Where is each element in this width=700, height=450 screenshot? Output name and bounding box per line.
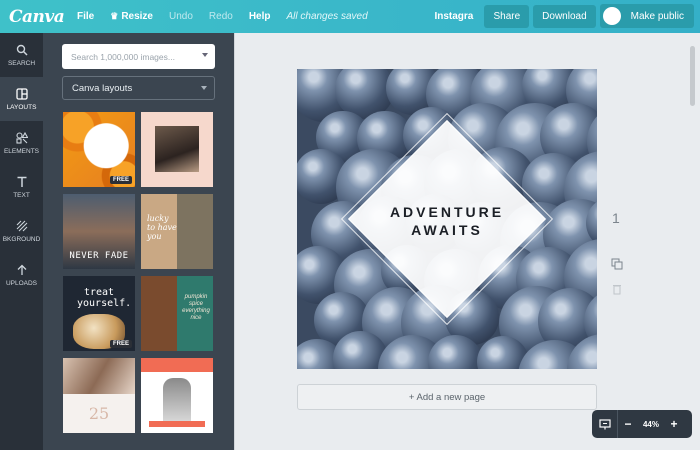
headline-line-2: AWAITS xyxy=(411,222,483,238)
zoom-level[interactable]: 44% xyxy=(638,420,664,429)
download-button[interactable]: Download xyxy=(533,4,596,28)
top-bar-actions: Instagra... Share Download Make public xyxy=(434,4,694,28)
layout-thumbnail[interactable]: 25 xyxy=(63,358,135,433)
chevron-down-icon xyxy=(202,53,208,57)
help-menu[interactable]: Help xyxy=(249,11,271,22)
nav-search-label: SEARCH xyxy=(7,59,36,67)
nav-background-label: BKGROUND xyxy=(2,235,41,243)
zoom-in-button[interactable]: + xyxy=(664,417,684,431)
resize-menu[interactable]: ♛ Resize xyxy=(110,11,153,22)
scrollbar-thumb[interactable] xyxy=(690,46,695,106)
file-menu[interactable]: File xyxy=(77,11,94,22)
zoom-out-button[interactable]: − xyxy=(618,417,638,431)
layouts-panel: Search 1,000,000 images... Canva layouts… xyxy=(43,33,234,450)
elements-icon xyxy=(15,131,28,144)
free-badge: FREE xyxy=(109,340,132,348)
make-public-toggle[interactable]: Make public xyxy=(599,4,694,28)
headline-line-1: ADVENTURE xyxy=(389,204,505,220)
layout-thumbnail[interactable]: NEVER FADE xyxy=(63,194,135,269)
layout-thumbnail[interactable]: lucky to have you xyxy=(141,194,213,269)
nav-layouts[interactable]: LAYOUTS xyxy=(0,77,43,121)
design-page[interactable]: ADVENTURE AWAITS xyxy=(297,69,597,369)
delete-page-icon[interactable] xyxy=(611,283,623,295)
layout-thumbnail[interactable] xyxy=(141,112,213,187)
present-icon xyxy=(598,418,611,429)
thumbnail-photo xyxy=(155,126,199,172)
uploads-icon xyxy=(17,264,26,275)
search-placeholder: Search 1,000,000 images... xyxy=(71,51,175,62)
nav-uploads[interactable]: UPLOADS xyxy=(0,253,43,297)
nav-elements[interactable]: ELEMENTS xyxy=(0,121,43,165)
thumbnail-text: pumpkin spice everything nice xyxy=(182,294,210,321)
left-nav: SEARCH LAYOUTS ELEMENTS TEXT BKGROUND UP… xyxy=(0,33,43,450)
thumbnail-photo xyxy=(163,378,191,424)
workspace-scrollbar[interactable] xyxy=(689,36,697,186)
page-number: 1 xyxy=(612,210,620,226)
chevron-down-icon xyxy=(201,86,207,90)
add-page-button[interactable]: + Add a new page xyxy=(297,384,597,410)
redo-button[interactable]: Redo xyxy=(209,11,233,22)
nav-search[interactable]: SEARCH xyxy=(0,33,43,77)
thumbnail-text: 25 xyxy=(88,404,110,423)
free-badge: FREE xyxy=(109,176,132,184)
thumbnail-text: lucky to have you xyxy=(147,214,177,241)
nav-background[interactable]: BKGROUND xyxy=(0,209,43,253)
layout-thumbnail[interactable]: treat yourself. FREE xyxy=(63,276,135,351)
image-search-input[interactable]: Search 1,000,000 images... xyxy=(62,44,215,69)
nav-layouts-label: LAYOUTS xyxy=(6,103,37,111)
background-icon xyxy=(16,220,27,231)
thumbnail-photo xyxy=(63,358,135,394)
nav-uploads-label: UPLOADS xyxy=(5,279,38,287)
layout-thumbnail[interactable]: FREE xyxy=(63,112,135,187)
layout-select-value: Canva layouts xyxy=(72,82,133,94)
canva-logo[interactable]: Canva xyxy=(9,7,65,27)
design-headline[interactable]: ADVENTURE AWAITS xyxy=(297,203,597,239)
save-status: All changes saved xyxy=(286,11,368,22)
layouts-icon xyxy=(15,87,28,100)
undo-button[interactable]: Undo xyxy=(169,11,193,22)
nav-elements-label: ELEMENTS xyxy=(3,147,40,155)
document-title[interactable]: Instagra... xyxy=(434,11,474,22)
thumbnail-text: treat yourself. xyxy=(77,287,132,309)
resize-label: Resize xyxy=(121,11,153,22)
panel-divider xyxy=(234,33,235,450)
thumbnail-bar xyxy=(149,421,205,427)
nav-text-label: TEXT xyxy=(13,191,30,199)
present-button[interactable] xyxy=(592,410,618,438)
zoom-controls: − 44% + xyxy=(592,410,692,438)
layout-thumbnail[interactable]: pumpkin spice everything nice xyxy=(141,276,213,351)
make-public-label: Make public xyxy=(630,10,684,22)
duplicate-page-icon[interactable] xyxy=(611,258,623,270)
share-button[interactable]: Share xyxy=(484,4,530,28)
crown-icon: ♛ xyxy=(110,11,119,21)
thumbnail-text: NEVER FADE xyxy=(69,251,129,261)
search-icon xyxy=(16,44,28,56)
text-icon xyxy=(17,176,26,187)
nav-text[interactable]: TEXT xyxy=(0,165,43,209)
toggle-knob xyxy=(602,7,621,25)
top-bar: Canva File ♛ Resize Undo Redo Help All ch… xyxy=(0,0,700,33)
layout-type-select[interactable]: Canva layouts xyxy=(62,76,215,100)
layout-thumbnail[interactable] xyxy=(141,358,213,433)
